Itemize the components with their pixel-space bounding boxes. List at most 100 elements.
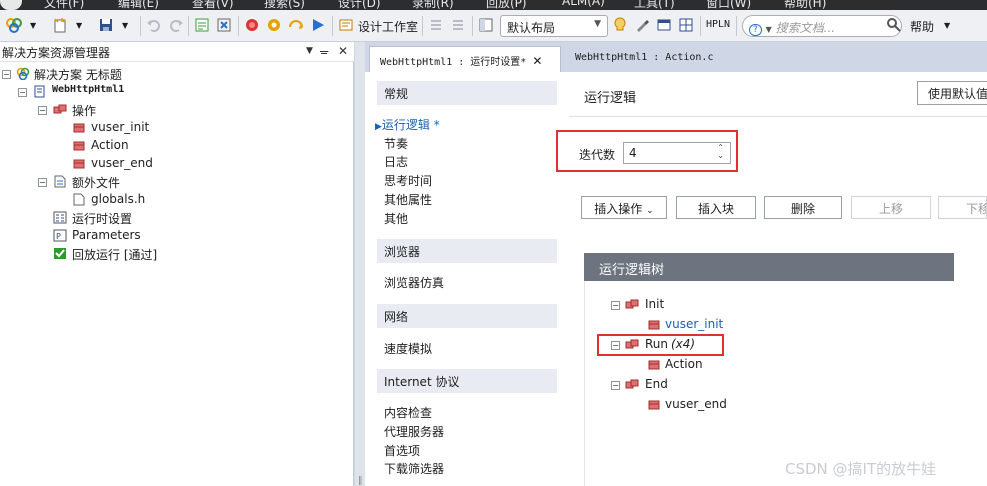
parameters-icon: P xyxy=(53,229,67,242)
category-item-speed-simulation[interactable]: 速度模拟 xyxy=(384,340,432,357)
chevron-down-icon[interactable]: ▼ xyxy=(122,21,128,30)
collapse-icon[interactable]: − xyxy=(38,106,47,115)
layout-select[interactable]: 默认布局 ▼ xyxy=(500,15,608,37)
menu-file[interactable]: 文件(F) xyxy=(44,0,84,10)
tree-node-replay-run[interactable]: 回放运行 [通过] xyxy=(0,245,170,263)
record-options-icon[interactable] xyxy=(216,17,232,33)
insert-block-button[interactable]: 插入块 xyxy=(676,196,756,219)
design-studio-icon[interactable] xyxy=(338,17,354,33)
spinner-icon[interactable]: ⌃ ⌄ xyxy=(717,144,724,160)
use-defaults-button[interactable]: 使用默认值 xyxy=(917,81,987,105)
help-circle-icon: ? xyxy=(749,24,762,36)
tree-node-action[interactable]: Action xyxy=(0,137,160,155)
replay-options-icon[interactable] xyxy=(266,17,282,33)
category-item-other-props[interactable]: 其他属性 xyxy=(384,191,432,208)
collapse-icon[interactable]: − xyxy=(611,341,620,350)
menu-replay[interactable]: 回放(P) xyxy=(486,0,527,10)
tree-node-vuser-init[interactable]: vuser_init xyxy=(0,119,160,137)
tree-node-parameters[interactable]: P Parameters xyxy=(0,227,160,245)
menu-view[interactable]: 查看(V) xyxy=(192,0,234,10)
design-studio-button[interactable]: 设计工作室 xyxy=(358,18,418,35)
close-icon[interactable]: ✕ xyxy=(338,44,348,58)
tree-node-run-action[interactable]: Action xyxy=(647,357,767,375)
layout-icon[interactable] xyxy=(478,17,494,33)
list-icon[interactable] xyxy=(428,17,444,33)
solution-icon[interactable] xyxy=(6,17,22,33)
bulb-icon[interactable] xyxy=(612,17,628,33)
save-icon[interactable] xyxy=(98,17,114,33)
category-item-proxy[interactable]: 代理服务器 xyxy=(384,423,444,440)
collapse-icon[interactable]: − xyxy=(38,178,47,187)
run-logic-tree-panel: 运行逻辑树 − Init vuser_init − Run (x4) Actio… xyxy=(584,253,954,486)
menu-search[interactable]: 搜索(S) xyxy=(264,0,305,10)
watermark: CSDN @搞IT的放牛娃 xyxy=(785,460,937,478)
tree-node-end-vuser-end[interactable]: vuser_end xyxy=(647,397,767,415)
category-item-download-filter[interactable]: 下载筛选器 xyxy=(384,460,444,477)
window-icon[interactable] xyxy=(656,17,672,33)
tree-node-run[interactable]: − Run (x4) xyxy=(611,337,721,355)
menu-tools[interactable]: 工具(T) xyxy=(634,0,675,10)
category-item-run-logic[interactable]: ▶运行逻辑 * xyxy=(375,116,440,133)
compile-icon[interactable] xyxy=(194,17,210,33)
record-icon[interactable] xyxy=(244,17,260,33)
redo-icon[interactable] xyxy=(168,17,184,33)
move-down-button[interactable]: 下移 xyxy=(938,196,987,219)
move-up-button[interactable]: 上移 xyxy=(851,196,931,219)
menu-window[interactable]: 窗口(W) xyxy=(706,0,751,10)
tree-node-script[interactable]: − WebHttpHtml1 xyxy=(0,83,160,101)
category-item-browser-emulation[interactable]: 浏览器仿真 xyxy=(384,274,444,291)
category-item-pacing[interactable]: 节奏 xyxy=(384,135,408,152)
undo-icon[interactable] xyxy=(146,17,162,33)
hpln-button[interactable]: HPLN xyxy=(706,19,730,30)
tree-node-extra-files[interactable]: − 额外文件 xyxy=(0,173,160,191)
menu-alm[interactable]: ALM(A) xyxy=(562,0,605,8)
tree-node-runtime-settings[interactable]: 运行时设置 xyxy=(0,209,160,227)
menu-edit[interactable]: 编辑(E) xyxy=(118,0,159,10)
menu-help[interactable]: 帮助(H) xyxy=(784,0,826,10)
tree-node-vuser-end[interactable]: vuser_end xyxy=(0,155,160,173)
chevron-down-icon[interactable]: ▼ xyxy=(944,21,950,30)
brush-icon[interactable] xyxy=(634,17,650,33)
category-item-think-time[interactable]: 思考时间 xyxy=(384,172,432,189)
help-button[interactable]: 帮助 xyxy=(910,18,934,35)
tree-node-init[interactable]: − Init xyxy=(611,297,731,315)
new-file-icon[interactable] xyxy=(52,17,68,33)
chevron-down-icon[interactable]: ▼ xyxy=(306,46,313,56)
tab-runtime-settings[interactable]: WebHttpHtml1 : 运行时设置* ✕ xyxy=(369,46,561,72)
tree-node-init-vuser-init[interactable]: vuser_init xyxy=(647,317,767,335)
layout-grid-icon[interactable] xyxy=(678,17,694,33)
category-item-log[interactable]: 日志 xyxy=(384,153,408,170)
iterations-input[interactable]: 4 ⌃ ⌄ xyxy=(623,142,731,164)
chevron-down-icon: ▼ xyxy=(594,19,601,29)
insert-action-button[interactable]: 插入操作 ⌄ xyxy=(581,196,667,219)
category-item-content-check[interactable]: 内容检查 xyxy=(384,404,432,421)
step-icon[interactable] xyxy=(288,17,304,33)
menu-record[interactable]: 录制(R) xyxy=(412,0,454,10)
menu-design[interactable]: 设计(D) xyxy=(338,0,381,10)
search-docs-input[interactable]: ? ▼ 搜索文档... xyxy=(742,15,902,37)
collapse-icon[interactable]: − xyxy=(2,70,11,79)
tree-node-actions[interactable]: − 操作 xyxy=(0,101,160,119)
tree-node-end[interactable]: − End xyxy=(611,377,731,395)
block-icon xyxy=(625,339,639,349)
chevron-down-icon[interactable]: ▼ xyxy=(30,21,36,30)
collapse-icon[interactable]: − xyxy=(18,88,27,97)
delete-button[interactable]: 删除 xyxy=(764,196,842,219)
dropdown-lines-icon[interactable] xyxy=(450,17,466,33)
block-icon xyxy=(625,299,639,309)
tab-action-c[interactable]: WebHttpHtml1 : Action.c xyxy=(565,46,735,72)
panel-splitter[interactable]: ‖ xyxy=(355,42,365,486)
category-item-other[interactable]: 其他 xyxy=(384,210,408,227)
tree-node-globals[interactable]: globals.h xyxy=(0,191,160,209)
tree-node-solution[interactable]: − 解决方案 无标题 xyxy=(0,65,160,83)
search-icon[interactable] xyxy=(886,17,902,33)
run-icon[interactable] xyxy=(310,17,326,33)
document-tabs: WebHttpHtml1 : 运行时设置* ✕ WebHttpHtml1 : Ac… xyxy=(365,42,987,72)
chevron-down-icon[interactable]: ▼ xyxy=(76,21,82,30)
solution-explorer: 解决方案资源管理器 ▼ ᚚ ✕ − 解决方案 无标题 − WebHttpHtml… xyxy=(0,42,354,486)
category-item-preferences[interactable]: 首选项 xyxy=(384,442,420,459)
collapse-icon[interactable]: − xyxy=(611,301,620,310)
collapse-icon[interactable]: − xyxy=(611,381,620,390)
close-icon[interactable]: ✕ xyxy=(532,54,542,68)
pin-icon[interactable]: ᚚ xyxy=(320,44,328,58)
